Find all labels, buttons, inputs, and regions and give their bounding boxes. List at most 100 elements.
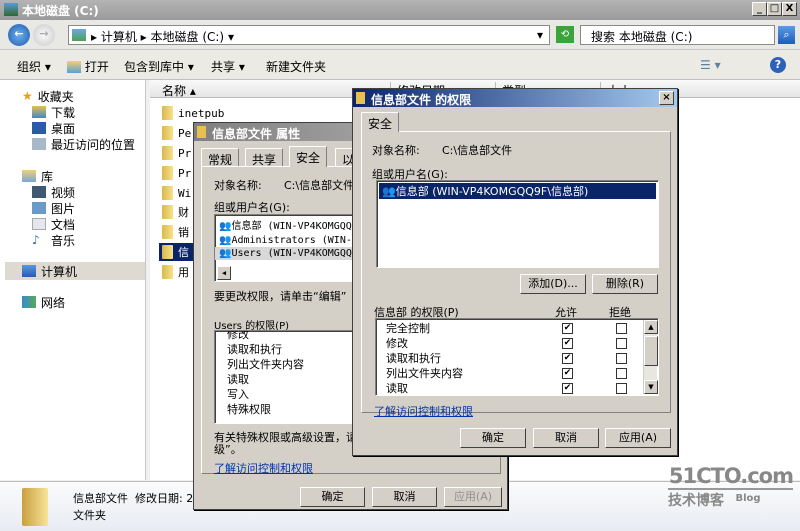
file-row[interactable]: 财	[162, 203, 189, 221]
deny-checkbox[interactable]	[616, 368, 627, 379]
permission-row: 列出文件夹内容✔	[376, 366, 658, 381]
allow-checkbox[interactable]: ✔	[562, 338, 573, 349]
star-icon: ★	[22, 89, 33, 103]
address-bar[interactable]: ▸ 计算机 ▸ 本地磁盘 (C:) ▾ ▾	[68, 25, 550, 45]
back-button[interactable]: ←	[8, 24, 30, 46]
scroll-left-button[interactable]: ◀	[217, 266, 231, 280]
computer-icon	[22, 265, 36, 277]
nav-videos[interactable]: 视频	[32, 184, 75, 200]
deny-checkbox[interactable]	[616, 353, 627, 364]
minimize-button[interactable]: _	[752, 2, 767, 16]
close-button[interactable]: X	[782, 2, 797, 16]
drive-icon	[4, 3, 18, 16]
breadcrumb-drive[interactable]: 本地磁盘 (C:)	[151, 30, 225, 44]
deny-checkbox[interactable]	[616, 323, 627, 334]
search-icon: ⌕	[783, 28, 789, 41]
back-arrow-icon: ←	[14, 27, 23, 40]
permissions-title-bar: 信息部文件 的权限	[353, 89, 677, 107]
maximize-button[interactable]: □	[767, 2, 782, 16]
apply-button[interactable]: 应用(A)	[444, 487, 502, 507]
forward-button[interactable]: →	[33, 24, 55, 46]
nav-desktop[interactable]: 桌面	[32, 120, 135, 136]
deny-checkbox[interactable]	[616, 338, 627, 349]
apply-button[interactable]: 应用(A)	[605, 428, 671, 448]
nav-pictures[interactable]: 图片	[32, 200, 75, 216]
learn-access-control-link[interactable]: 了解访问控制和权限	[374, 403, 473, 419]
allow-checkbox[interactable]: ✔	[562, 383, 573, 394]
nav-libraries[interactable]: 库	[22, 168, 75, 184]
help-icon[interactable]: ?	[770, 57, 786, 73]
allow-checkbox[interactable]: ✔	[562, 368, 573, 379]
users-list[interactable]: 👥信息部 (WIN-VP4KOMGQQ9F\信息部)	[376, 180, 659, 268]
allow-checkbox[interactable]: ✔	[562, 353, 573, 364]
nav-computer[interactable]: 计算机	[5, 262, 145, 280]
group-icon: 👥	[219, 235, 231, 246]
scroll-thumb[interactable]	[644, 336, 658, 366]
refresh-button[interactable]: ⟲	[556, 26, 574, 43]
nav-network[interactable]: 网络	[22, 294, 65, 310]
learn-access-control-link[interactable]: 了解访问控制和权限	[214, 460, 313, 476]
permissions-panel: 对象名称: C:\信息部文件 组或用户名(G): 👥信息部 (WIN-VP4KO…	[361, 131, 671, 413]
permission-row: 修改 ✔	[376, 336, 658, 351]
nav-favorites[interactable]: ★收藏夹	[22, 88, 135, 104]
tab-security[interactable]: 安全	[289, 146, 327, 167]
search-button[interactable]: ⌕	[778, 26, 795, 44]
include-in-library-button[interactable]: 包含到库中 ▾	[124, 58, 194, 75]
ok-button[interactable]: 确定	[460, 428, 526, 448]
permission-name: 修改	[386, 337, 408, 350]
cancel-button[interactable]: 取消	[372, 487, 437, 507]
file-row[interactable]: Pr	[162, 164, 191, 182]
user-item-selected[interactable]: 👥信息部 (WIN-VP4KOMGQQ9F\信息部)	[379, 183, 656, 199]
search-input[interactable]: 搜索 本地磁盘 (C:)	[580, 25, 775, 45]
add-button[interactable]: 添加(D)...	[520, 274, 586, 294]
computer-icon	[72, 29, 86, 41]
cancel-button[interactable]: 取消	[533, 428, 599, 448]
open-button[interactable]: 打开	[67, 58, 109, 75]
network-icon	[22, 296, 36, 308]
group-icon: 👥	[219, 221, 231, 232]
object-name-value: C:\信息部文件	[442, 142, 512, 158]
address-dropdown-icon[interactable]: ▾	[537, 28, 543, 42]
permission-row: 读取 ✔	[376, 381, 658, 396]
remove-button[interactable]: 删除(R)	[592, 274, 658, 294]
permission-name: 读取和执行	[386, 352, 441, 365]
nav-downloads[interactable]: 下载	[32, 104, 135, 120]
nav-documents[interactable]: 文档	[32, 216, 75, 232]
scroll-up-button[interactable]: ▲	[644, 320, 658, 334]
file-row[interactable]: 销	[162, 223, 189, 241]
tab-general[interactable]: 常规	[201, 148, 239, 166]
file-row[interactable]: Pe	[162, 124, 191, 142]
permission-name: 完全控制	[386, 322, 430, 335]
nav-recent[interactable]: 最近访问的位置	[32, 136, 135, 152]
library-icon	[22, 170, 36, 182]
view-options-icon[interactable]: ☰ ▾	[700, 58, 721, 72]
folder-icon	[162, 146, 173, 160]
details-modified: 修改日期: 2	[135, 490, 193, 506]
nav-music[interactable]: ♪音乐	[32, 232, 75, 248]
ok-button[interactable]: 确定	[300, 487, 365, 507]
file-row[interactable]: Wi	[162, 184, 191, 202]
organize-button[interactable]: 组织 ▾	[17, 58, 51, 75]
allow-checkbox[interactable]: ✔	[562, 323, 573, 334]
window-title-bar: 本地磁盘 (C:)	[0, 0, 800, 20]
column-name[interactable]: 名称 ▴	[162, 82, 196, 99]
breadcrumb-computer[interactable]: 计算机	[101, 30, 137, 44]
deny-checkbox[interactable]	[616, 383, 627, 394]
details-name: 信息部文件	[73, 490, 128, 506]
dialog-close-button[interactable]: ×	[659, 91, 674, 105]
new-folder-button[interactable]: 新建文件夹	[266, 58, 326, 75]
file-row[interactable]: 用	[162, 263, 189, 281]
share-button[interactable]: 共享 ▾	[211, 58, 245, 75]
refresh-icon: ⟲	[561, 29, 569, 40]
tab-sharing[interactable]: 共享	[245, 148, 283, 166]
folder-icon	[162, 245, 173, 259]
scroll-down-button[interactable]: ▼	[644, 380, 658, 394]
tab-security[interactable]: 安全	[361, 112, 399, 132]
file-row[interactable]: Pr	[162, 144, 191, 162]
file-row[interactable]: inetpub	[162, 104, 224, 122]
permissions-scrollbar[interactable]: ▲ ▼	[643, 320, 657, 394]
video-icon	[32, 186, 46, 198]
permission-row: 读取和执行 ✔	[376, 351, 658, 366]
toolbar: 组织 ▾ 打开 包含到库中 ▾ 共享 ▾ 新建文件夹 ☰ ▾ ?	[0, 50, 800, 80]
permission-name: 读取	[386, 382, 408, 395]
